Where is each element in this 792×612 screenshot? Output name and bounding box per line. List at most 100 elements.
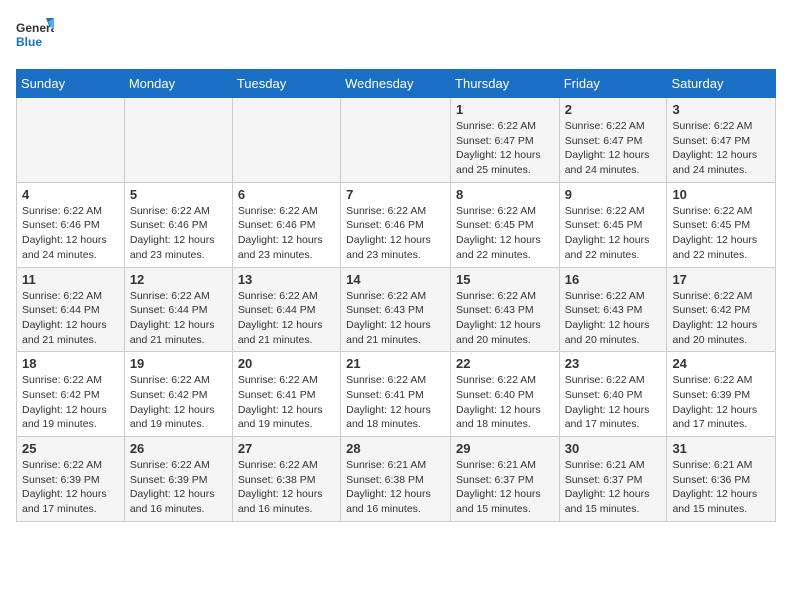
calendar-cell: 11Sunrise: 6:22 AM Sunset: 6:44 PM Dayli… — [17, 267, 125, 352]
day-info: Sunrise: 6:22 AM Sunset: 6:42 PM Dayligh… — [672, 289, 770, 348]
logo-graphic: General Blue — [16, 16, 54, 59]
day-number: 15 — [456, 272, 554, 287]
calendar-cell: 19 Sunrise: 6:22 AM Sunset: 6:42 PM Dayli… — [124, 352, 232, 437]
day-number: 21 — [346, 356, 445, 371]
day-info: Sunrise: 6:22 AM Sunset: 6:40 PM Dayligh… — [565, 373, 662, 432]
calendar-week-row: 11Sunrise: 6:22 AM Sunset: 6:44 PM Dayli… — [17, 267, 776, 352]
logo-blue-text: Blue — [16, 35, 42, 49]
day-number: 4 — [22, 187, 119, 202]
calendar-cell: 25 Sunrise: 6:22 AM Sunset: 6:39 PM Dayli… — [17, 437, 125, 522]
calendar-cell: 24 Sunrise: 6:22 AM Sunset: 6:39 PM Dayli… — [667, 352, 776, 437]
day-info: Sunrise: 6:22 AM Sunset: 6:46 PM Dayligh… — [22, 204, 119, 263]
day-info: Sunrise: 6:21 AM Sunset: 6:36 PM Dayligh… — [672, 458, 770, 517]
calendar-cell — [232, 98, 340, 183]
day-number: 27 — [238, 441, 335, 456]
day-info: Sunrise: 6:22 AM Sunset: 6:47 PM Dayligh… — [565, 119, 662, 178]
calendar-cell: 22Sunrise: 6:22 AM Sunset: 6:40 PM Dayli… — [451, 352, 560, 437]
day-info: Sunrise: 6:22 AM Sunset: 6:42 PM Dayligh… — [130, 373, 227, 432]
day-info: Sunrise: 6:22 AM Sunset: 6:45 PM Dayligh… — [565, 204, 662, 263]
header-cell-tuesday: Tuesday — [232, 70, 340, 98]
calendar-cell: 28 Sunrise: 6:21 AM Sunset: 6:38 PM Dayli… — [341, 437, 451, 522]
calendar-cell — [341, 98, 451, 183]
header-row: SundayMondayTuesdayWednesdayThursdayFrid… — [17, 70, 776, 98]
calendar-cell: 15Sunrise: 6:22 AM Sunset: 6:43 PM Dayli… — [451, 267, 560, 352]
day-number: 24 — [672, 356, 770, 371]
day-info: Sunrise: 6:22 AM Sunset: 6:46 PM Dayligh… — [130, 204, 227, 263]
day-number: 10 — [672, 187, 770, 202]
calendar-cell: 12 Sunrise: 6:22 AM Sunset: 6:44 PM Dayli… — [124, 267, 232, 352]
day-number: 9 — [565, 187, 662, 202]
day-info: Sunrise: 6:22 AM Sunset: 6:44 PM Dayligh… — [22, 289, 119, 348]
calendar-week-row: 4 Sunrise: 6:22 AM Sunset: 6:46 PM Daylig… — [17, 182, 776, 267]
day-number: 19 — [130, 356, 227, 371]
logo: General Blue — [16, 16, 54, 59]
calendar-cell: 16 Sunrise: 6:22 AM Sunset: 6:43 PM Dayli… — [559, 267, 667, 352]
day-info: Sunrise: 6:22 AM Sunset: 6:42 PM Dayligh… — [22, 373, 119, 432]
day-number: 13 — [238, 272, 335, 287]
calendar-cell: 21 Sunrise: 6:22 AM Sunset: 6:41 PM Dayli… — [341, 352, 451, 437]
calendar-header: SundayMondayTuesdayWednesdayThursdayFrid… — [17, 70, 776, 98]
day-info: Sunrise: 6:22 AM Sunset: 6:46 PM Dayligh… — [238, 204, 335, 263]
day-number: 25 — [22, 441, 119, 456]
day-number: 12 — [130, 272, 227, 287]
calendar-cell: 6 Sunrise: 6:22 AM Sunset: 6:46 PM Daylig… — [232, 182, 340, 267]
header-cell-wednesday: Wednesday — [341, 70, 451, 98]
day-number: 6 — [238, 187, 335, 202]
day-number: 20 — [238, 356, 335, 371]
calendar-cell: 8Sunrise: 6:22 AM Sunset: 6:45 PM Daylig… — [451, 182, 560, 267]
calendar-cell: 14 Sunrise: 6:22 AM Sunset: 6:43 PM Dayli… — [341, 267, 451, 352]
day-number: 14 — [346, 272, 445, 287]
day-info: Sunrise: 6:22 AM Sunset: 6:39 PM Dayligh… — [130, 458, 227, 517]
calendar-cell: 27 Sunrise: 6:22 AM Sunset: 6:38 PM Dayli… — [232, 437, 340, 522]
day-info: Sunrise: 6:21 AM Sunset: 6:37 PM Dayligh… — [565, 458, 662, 517]
day-number: 16 — [565, 272, 662, 287]
day-info: Sunrise: 6:22 AM Sunset: 6:47 PM Dayligh… — [672, 119, 770, 178]
day-number: 18 — [22, 356, 119, 371]
day-info: Sunrise: 6:22 AM Sunset: 6:45 PM Dayligh… — [672, 204, 770, 263]
day-info: Sunrise: 6:22 AM Sunset: 6:44 PM Dayligh… — [130, 289, 227, 348]
calendar-cell: 13 Sunrise: 6:22 AM Sunset: 6:44 PM Dayli… — [232, 267, 340, 352]
day-number: 2 — [565, 102, 662, 117]
calendar-cell: 1 Sunrise: 6:22 AM Sunset: 6:47 PM Daylig… — [451, 98, 560, 183]
header-cell-thursday: Thursday — [451, 70, 560, 98]
header-cell-friday: Friday — [559, 70, 667, 98]
calendar-week-row: 1 Sunrise: 6:22 AM Sunset: 6:47 PM Daylig… — [17, 98, 776, 183]
day-info: Sunrise: 6:22 AM Sunset: 6:44 PM Dayligh… — [238, 289, 335, 348]
day-number: 31 — [672, 441, 770, 456]
day-number: 28 — [346, 441, 445, 456]
day-info: Sunrise: 6:21 AM Sunset: 6:38 PM Dayligh… — [346, 458, 445, 517]
calendar-cell: 2 Sunrise: 6:22 AM Sunset: 6:47 PM Daylig… — [559, 98, 667, 183]
logo-container: General Blue — [16, 16, 54, 59]
day-number: 8 — [456, 187, 554, 202]
day-info: Sunrise: 6:22 AM Sunset: 6:41 PM Dayligh… — [346, 373, 445, 432]
page-header: General Blue — [16, 16, 776, 59]
calendar-body: 1 Sunrise: 6:22 AM Sunset: 6:47 PM Daylig… — [17, 98, 776, 522]
day-info: Sunrise: 6:22 AM Sunset: 6:41 PM Dayligh… — [238, 373, 335, 432]
day-info: Sunrise: 6:22 AM Sunset: 6:47 PM Dayligh… — [456, 119, 554, 178]
calendar-cell: 31 Sunrise: 6:21 AM Sunset: 6:36 PM Dayli… — [667, 437, 776, 522]
calendar-week-row: 25 Sunrise: 6:22 AM Sunset: 6:39 PM Dayli… — [17, 437, 776, 522]
day-info: Sunrise: 6:22 AM Sunset: 6:43 PM Dayligh… — [346, 289, 445, 348]
day-number: 22 — [456, 356, 554, 371]
calendar-cell: 3 Sunrise: 6:22 AM Sunset: 6:47 PM Daylig… — [667, 98, 776, 183]
calendar-cell: 9 Sunrise: 6:22 AM Sunset: 6:45 PM Daylig… — [559, 182, 667, 267]
calendar-cell — [124, 98, 232, 183]
day-info: Sunrise: 6:22 AM Sunset: 6:39 PM Dayligh… — [672, 373, 770, 432]
calendar-week-row: 18 Sunrise: 6:22 AM Sunset: 6:42 PM Dayli… — [17, 352, 776, 437]
calendar-cell: 26 Sunrise: 6:22 AM Sunset: 6:39 PM Dayli… — [124, 437, 232, 522]
calendar-cell: 23 Sunrise: 6:22 AM Sunset: 6:40 PM Dayli… — [559, 352, 667, 437]
day-number: 3 — [672, 102, 770, 117]
day-info: Sunrise: 6:22 AM Sunset: 6:38 PM Dayligh… — [238, 458, 335, 517]
day-info: Sunrise: 6:21 AM Sunset: 6:37 PM Dayligh… — [456, 458, 554, 517]
day-number: 23 — [565, 356, 662, 371]
header-cell-monday: Monday — [124, 70, 232, 98]
day-info: Sunrise: 6:22 AM Sunset: 6:39 PM Dayligh… — [22, 458, 119, 517]
header-cell-saturday: Saturday — [667, 70, 776, 98]
day-info: Sunrise: 6:22 AM Sunset: 6:43 PM Dayligh… — [565, 289, 662, 348]
calendar-cell: 20 Sunrise: 6:22 AM Sunset: 6:41 PM Dayli… — [232, 352, 340, 437]
day-number: 30 — [565, 441, 662, 456]
calendar-cell: 17Sunrise: 6:22 AM Sunset: 6:42 PM Dayli… — [667, 267, 776, 352]
day-number: 26 — [130, 441, 227, 456]
calendar-table: SundayMondayTuesdayWednesdayThursdayFrid… — [16, 69, 776, 522]
day-number: 1 — [456, 102, 554, 117]
